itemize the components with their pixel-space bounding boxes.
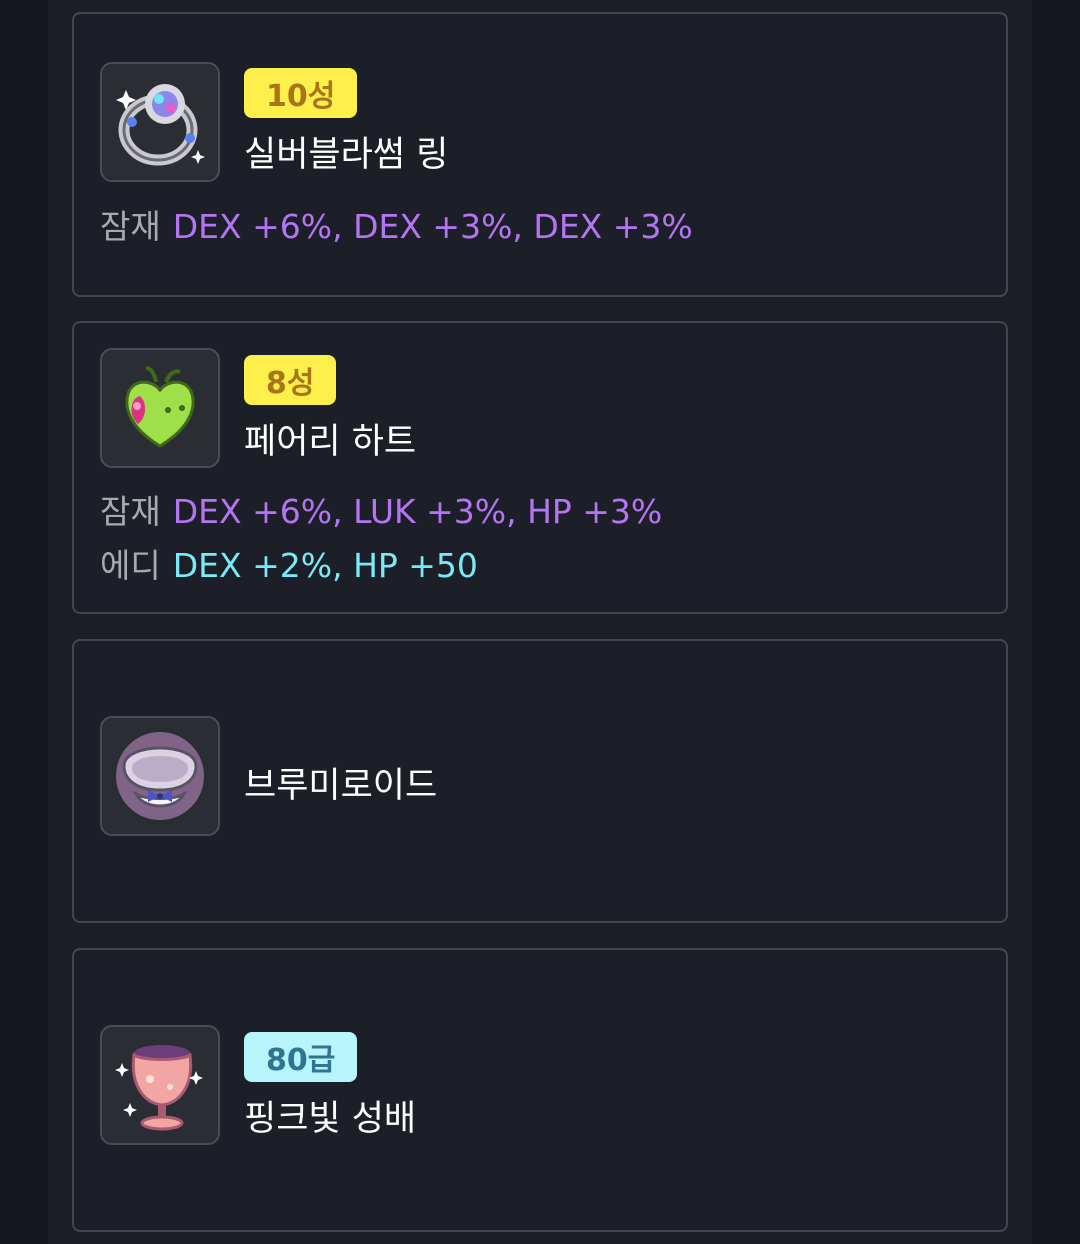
potential-label: 잠재 xyxy=(100,492,161,531)
potential-row: 잠재 DEX +6%, LUK +3%, HP +3% xyxy=(100,485,662,533)
item-icon-frame xyxy=(100,348,220,468)
item-icon-frame xyxy=(100,62,220,182)
item-name: 핑크빛 성배 xyxy=(244,1099,417,1139)
grade-badge: 80급 xyxy=(244,1032,358,1082)
chalice-icon xyxy=(115,1045,203,1131)
ring-icon xyxy=(116,84,205,166)
starforce-badge: 8성 xyxy=(244,355,337,405)
equipment-card[interactable]: 80급 핑크빛 성배 xyxy=(72,948,1008,1232)
item-icon-frame xyxy=(100,1025,220,1145)
potential-values: DEX +6%, DEX +3%, DEX +3% xyxy=(172,207,693,246)
potential-label: 잠재 xyxy=(100,207,161,246)
face-accessory-icon xyxy=(116,732,204,820)
item-name: 실버블라썸 링 xyxy=(244,135,449,175)
potential-row: 잠재 DEX +6%, DEX +3%, DEX +3% xyxy=(100,200,693,248)
additional-label: 에디 xyxy=(100,546,161,585)
equipment-card[interactable]: 10성 실버블라썸 링 잠재 DEX +6%, DEX +3%, DEX +3% xyxy=(72,12,1008,297)
heart-pendant-icon xyxy=(125,366,195,448)
starforce-badge: 10성 xyxy=(244,68,358,118)
equipment-card[interactable]: 브루미로이드 xyxy=(72,639,1008,923)
potential-values: DEX +6%, LUK +3%, HP +3% xyxy=(172,492,663,531)
equipment-card[interactable]: 8성 페어리 하트 잠재 DEX +6%, LUK +3%, HP +3% 에디 D… xyxy=(72,321,1008,614)
additional-values: DEX +2%, HP +50 xyxy=(172,546,478,585)
item-name: 브루미로이드 xyxy=(244,766,438,806)
additional-potential-row: 에디 DEX +2%, HP +50 xyxy=(100,539,478,587)
item-name: 페어리 하트 xyxy=(244,422,417,462)
item-icon-frame xyxy=(100,716,220,836)
